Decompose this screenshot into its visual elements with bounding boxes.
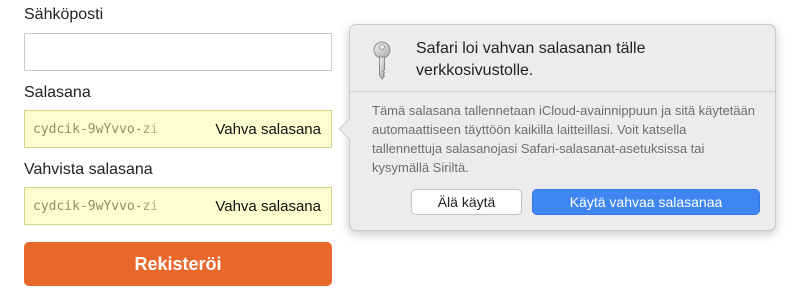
password-strength-label: Vahva salasana <box>215 120 321 138</box>
register-button[interactable]: Rekisteröi <box>24 242 332 286</box>
confirm-password-field[interactable]: cydcik-9wYvvo-zi Vahva salasana <box>24 187 332 225</box>
popover-arrow <box>338 117 362 141</box>
confirm-password-label: Vahvista salasana <box>24 161 153 178</box>
popover-description: Tämä salasana tallennetaan iCloud-avainn… <box>372 103 756 175</box>
popover-divider <box>350 91 775 92</box>
use-strong-password-button[interactable]: Käytä vahvaa salasanaa <box>532 189 760 215</box>
confirm-password-value: cydcik-9wYvvo-zi <box>33 198 159 214</box>
strong-password-popover: Safari loi vahvan salasanan tälle verkko… <box>338 24 776 231</box>
popover-title: Safari loi vahvan salasanan tälle verkko… <box>416 40 646 79</box>
confirm-strength-label: Vahva salasana <box>215 197 321 215</box>
password-label: Salasana <box>24 84 91 101</box>
key-icon <box>370 41 394 86</box>
email-field[interactable] <box>24 33 332 71</box>
dont-use-button[interactable]: Älä käytä <box>411 189 522 215</box>
password-field[interactable]: cydcik-9wYvvo-zi Vahva salasana <box>24 110 332 148</box>
email-label: Sähköposti <box>24 6 104 23</box>
password-value: cydcik-9wYvvo-zi <box>33 121 159 137</box>
